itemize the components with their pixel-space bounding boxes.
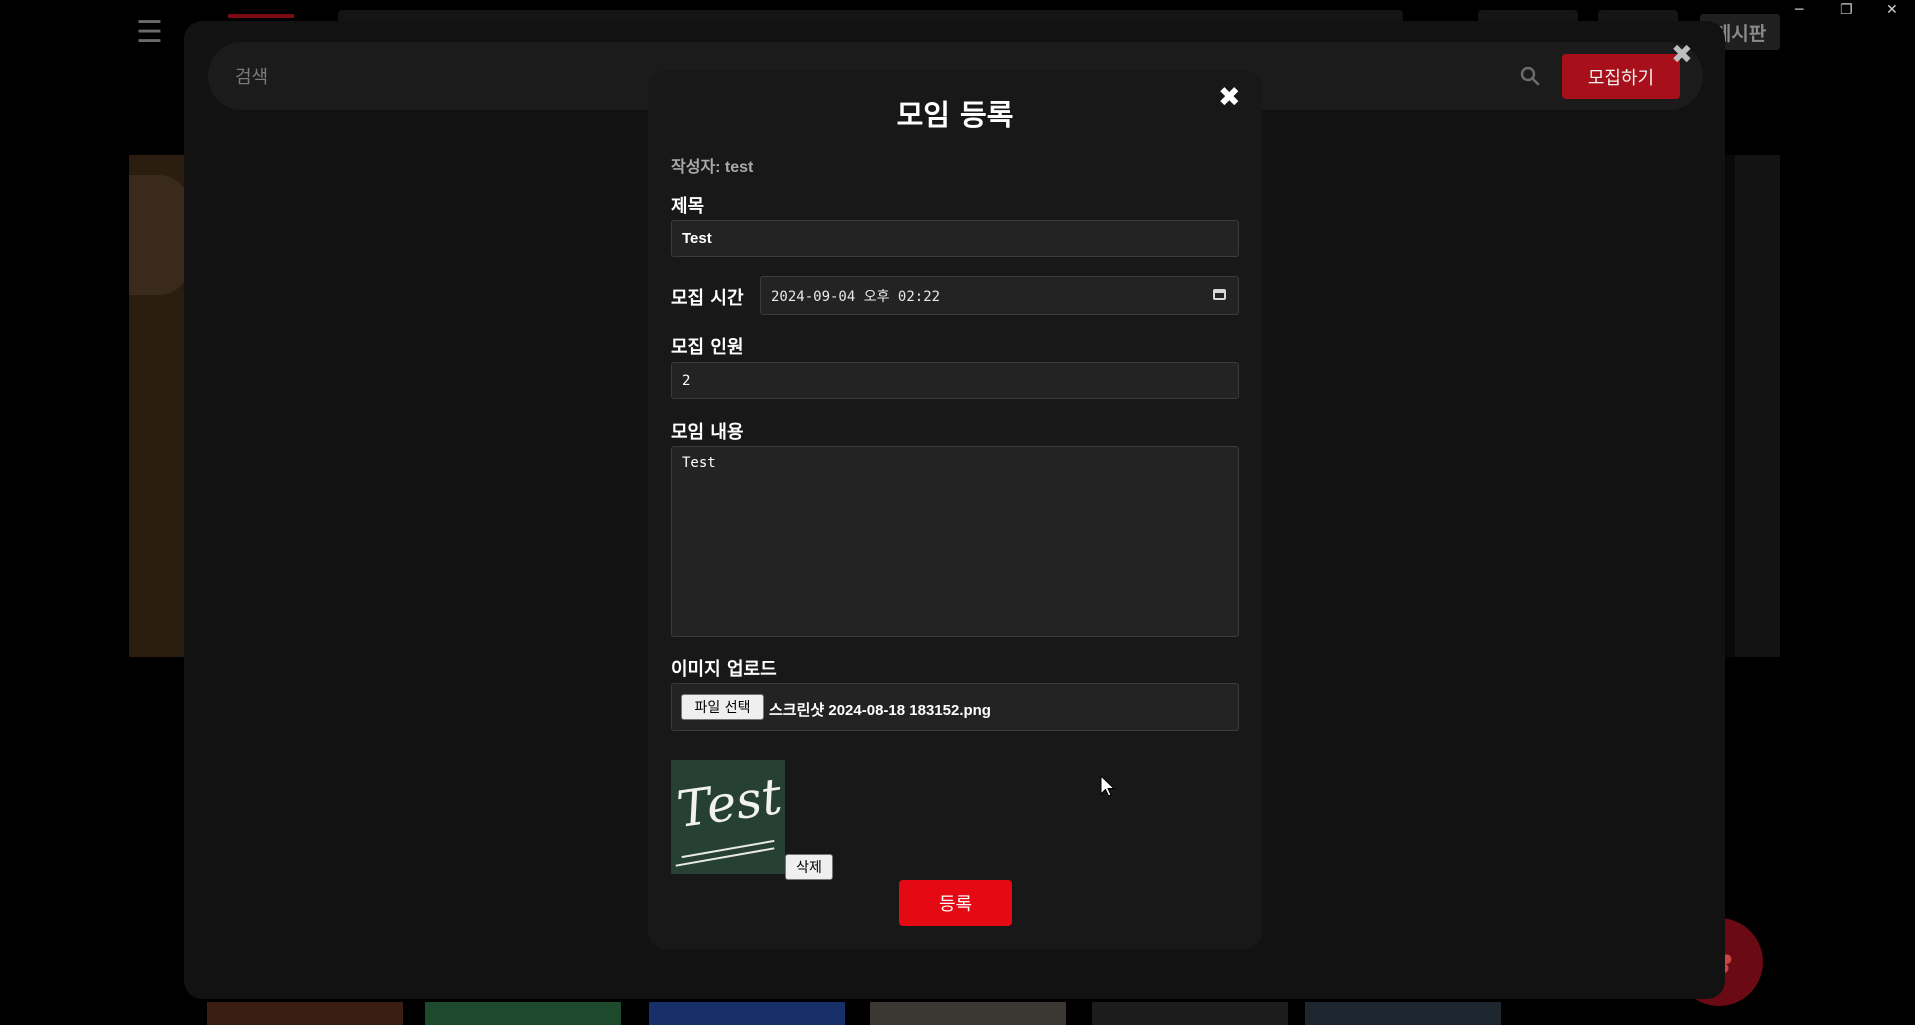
close-icon[interactable]: ✖ <box>1671 42 1693 68</box>
close-icon[interactable]: ✖ <box>1218 84 1241 111</box>
image-preview: Test <box>671 760 785 874</box>
content-field[interactable]: Test <box>671 446 1239 637</box>
thumbnail[interactable] <box>1305 1002 1501 1025</box>
thumbnail[interactable] <box>425 1002 621 1025</box>
thumbnail[interactable] <box>649 1002 845 1025</box>
people-field[interactable] <box>671 362 1239 399</box>
file-name: 스크린샷 2024-08-18 183152.png <box>769 702 991 719</box>
hero-figure <box>129 175 189 295</box>
submit-button[interactable]: 등록 <box>899 880 1012 926</box>
recruit-button[interactable]: 모집하기 <box>1562 54 1680 99</box>
time-field[interactable] <box>760 276 1239 315</box>
title-field[interactable] <box>671 220 1239 257</box>
thumbnail-row <box>207 1002 1507 1025</box>
window-close-icon[interactable]: ✕ <box>1886 2 1898 18</box>
search-icon[interactable] <box>1519 65 1541 87</box>
file-select-button[interactable]: 파일 선택 <box>681 694 764 720</box>
delete-image-button[interactable]: 삭제 <box>785 854 833 880</box>
preview-image-text: Test <box>673 766 785 840</box>
menu-icon[interactable]: ☰ <box>136 18 163 48</box>
hero-edge <box>1735 155 1780 657</box>
logo <box>228 14 294 18</box>
calendar-icon[interactable] <box>1213 289 1226 300</box>
time-label: 모집 시간 <box>671 288 744 309</box>
author-label: 작성자: test <box>671 159 754 176</box>
thumbnail[interactable] <box>1092 1002 1288 1025</box>
thumbnail[interactable] <box>207 1002 403 1025</box>
modal-title: 모임 등록 <box>896 98 1014 132</box>
image-label: 이미지 업로드 <box>671 659 777 680</box>
cursor-icon <box>1100 775 1116 797</box>
restore-icon[interactable]: ❐ <box>1840 2 1853 18</box>
minimize-icon[interactable]: ─ <box>1795 2 1803 18</box>
people-label: 모집 인원 <box>671 337 744 358</box>
title-label: 제목 <box>671 196 705 217</box>
thumbnail[interactable] <box>870 1002 1066 1025</box>
content-label: 모임 내용 <box>671 422 744 443</box>
